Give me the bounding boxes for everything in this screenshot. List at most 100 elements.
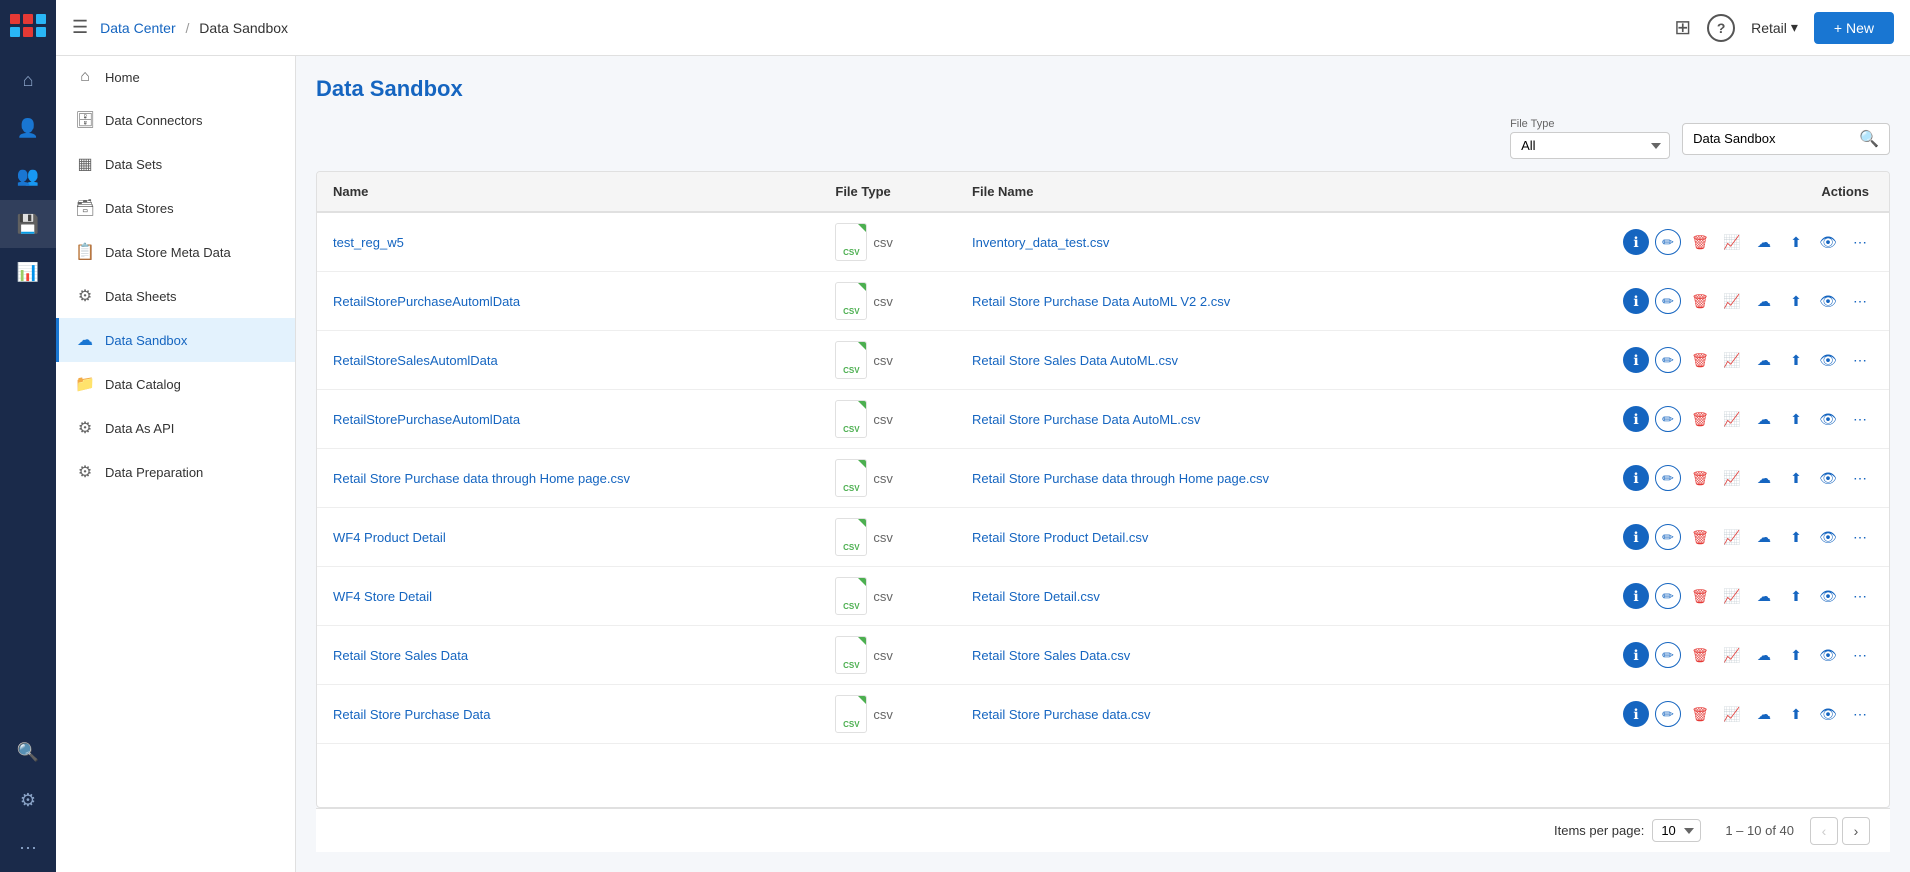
info-button[interactable]: ℹ [1623, 465, 1649, 491]
sidebar-item-home[interactable]: ⌂ Home [56, 56, 295, 98]
chart-button[interactable]: 📈 [1719, 524, 1745, 550]
info-button[interactable]: ℹ [1623, 229, 1649, 255]
upload-button[interactable]: ⬆ [1783, 701, 1809, 727]
delete-button[interactable]: 🗑 [1687, 701, 1713, 727]
delete-button[interactable]: 🗑 [1687, 347, 1713, 373]
delete-button[interactable]: 🗑 [1687, 642, 1713, 668]
preview-button[interactable]: 👁 [1815, 288, 1841, 314]
upload-button[interactable]: ⬆ [1783, 288, 1809, 314]
preview-button[interactable]: 👁 [1815, 524, 1841, 550]
preview-button[interactable]: 👁 [1815, 347, 1841, 373]
chart-button[interactable]: 📈 [1719, 465, 1745, 491]
sidebar-item-data-as-api[interactable]: ⚙ Data As API [56, 406, 295, 450]
info-button[interactable]: ℹ [1623, 583, 1649, 609]
more-button[interactable]: ⋯ [1847, 583, 1873, 609]
sidebar-item-data-connectors[interactable]: 🗄 Data Connectors [56, 98, 295, 142]
info-button[interactable]: ℹ [1623, 347, 1649, 373]
file-type-select[interactable]: All CSV JSON XML Excel [1510, 132, 1670, 159]
edit-button[interactable]: ✏ [1655, 701, 1681, 727]
more-button[interactable]: ⋯ [1847, 524, 1873, 550]
rail-home-icon[interactable]: ⌂ [0, 56, 56, 104]
row-name-link[interactable]: RetailStorePurchaseAutomlData [333, 294, 520, 309]
per-page-select[interactable]: 5 10 25 50 [1652, 819, 1701, 842]
delete-button[interactable]: 🗑 [1687, 229, 1713, 255]
row-name-link[interactable]: RetailStoreSalesAutomlData [333, 353, 498, 368]
chart-button[interactable]: 📈 [1719, 347, 1745, 373]
more-button[interactable]: ⋯ [1847, 465, 1873, 491]
more-button[interactable]: ⋯ [1847, 701, 1873, 727]
upload-button[interactable]: ⬆ [1783, 406, 1809, 432]
row-name-link[interactable]: Retail Store Purchase data through Home … [333, 471, 630, 486]
sidebar-item-data-sheets[interactable]: ⚙ Data Sheets [56, 274, 295, 318]
edit-button[interactable]: ✏ [1655, 406, 1681, 432]
more-button[interactable]: ⋯ [1847, 347, 1873, 373]
edit-button[interactable]: ✏ [1655, 229, 1681, 255]
info-button[interactable]: ℹ [1623, 642, 1649, 668]
preview-button[interactable]: 👁 [1815, 642, 1841, 668]
row-filename-link[interactable]: Inventory_data_test.csv [972, 235, 1109, 250]
rail-chart-icon[interactable]: 📊 [0, 248, 56, 296]
cloud-button[interactable]: ☁ [1751, 406, 1777, 432]
delete-button[interactable]: 🗑 [1687, 524, 1713, 550]
chart-button[interactable]: 📈 [1719, 642, 1745, 668]
edit-button[interactable]: ✏ [1655, 288, 1681, 314]
grid-icon[interactable]: ⊞ [1674, 15, 1691, 40]
preview-button[interactable]: 👁 [1815, 583, 1841, 609]
info-button[interactable]: ℹ [1623, 524, 1649, 550]
row-name-link[interactable]: test_reg_w5 [333, 235, 404, 250]
cloud-button[interactable]: ☁ [1751, 229, 1777, 255]
cloud-button[interactable]: ☁ [1751, 583, 1777, 609]
workspace-selector[interactable]: Retail ▾ [1751, 19, 1798, 36]
row-filename-link[interactable]: Retail Store Detail.csv [972, 589, 1100, 604]
edit-button[interactable]: ✏ [1655, 465, 1681, 491]
delete-button[interactable]: 🗑 [1687, 288, 1713, 314]
upload-button[interactable]: ⬆ [1783, 347, 1809, 373]
upload-button[interactable]: ⬆ [1783, 229, 1809, 255]
sidebar-item-data-preparation[interactable]: ⚙ Data Preparation [56, 450, 295, 494]
row-name-link[interactable]: Retail Store Sales Data [333, 648, 468, 663]
preview-button[interactable]: 👁 [1815, 406, 1841, 432]
upload-button[interactable]: ⬆ [1783, 524, 1809, 550]
edit-button[interactable]: ✏ [1655, 583, 1681, 609]
delete-button[interactable]: 🗑 [1687, 583, 1713, 609]
search-input[interactable] [1693, 131, 1853, 146]
search-icon[interactable]: 🔍 [1859, 129, 1879, 149]
breadcrumb-parent[interactable]: Data Center [100, 20, 175, 36]
rail-data-icon[interactable]: 💾 [0, 200, 56, 248]
chart-button[interactable]: 📈 [1719, 229, 1745, 255]
sidebar-item-data-stores[interactable]: 🗃 Data Stores [56, 186, 295, 230]
rail-settings-icon[interactable]: ⚙ [0, 776, 56, 824]
row-filename-link[interactable]: Retail Store Purchase data through Home … [972, 471, 1269, 486]
row-filename-link[interactable]: Retail Store Product Detail.csv [972, 530, 1148, 545]
row-name-link[interactable]: Retail Store Purchase Data [333, 707, 491, 722]
row-filename-link[interactable]: Retail Store Purchase Data AutoML.csv [972, 412, 1200, 427]
more-button[interactable]: ⋯ [1847, 642, 1873, 668]
rail-user-icon[interactable]: 👤 [0, 104, 56, 152]
edit-button[interactable]: ✏ [1655, 524, 1681, 550]
upload-button[interactable]: ⬆ [1783, 465, 1809, 491]
info-button[interactable]: ℹ [1623, 288, 1649, 314]
next-page-button[interactable]: › [1842, 817, 1870, 845]
row-name-link[interactable]: WF4 Product Detail [333, 530, 446, 545]
row-filename-link[interactable]: Retail Store Purchase data.csv [972, 707, 1150, 722]
preview-button[interactable]: 👁 [1815, 701, 1841, 727]
sidebar-item-data-sets[interactable]: ▦ Data Sets [56, 142, 295, 186]
chart-button[interactable]: 📈 [1719, 406, 1745, 432]
chart-button[interactable]: 📈 [1719, 583, 1745, 609]
more-button[interactable]: ⋯ [1847, 406, 1873, 432]
row-filename-link[interactable]: Retail Store Sales Data.csv [972, 648, 1130, 663]
cloud-button[interactable]: ☁ [1751, 288, 1777, 314]
rail-search-icon[interactable]: 🔍 [0, 728, 56, 776]
cloud-button[interactable]: ☁ [1751, 347, 1777, 373]
cloud-button[interactable]: ☁ [1751, 465, 1777, 491]
more-button[interactable]: ⋯ [1847, 229, 1873, 255]
rail-group-icon[interactable]: 👥 [0, 152, 56, 200]
delete-button[interactable]: 🗑 [1687, 406, 1713, 432]
preview-button[interactable]: 👁 [1815, 465, 1841, 491]
row-name-link[interactable]: RetailStorePurchaseAutomlData [333, 412, 520, 427]
rail-more-icon[interactable]: ⋯ [0, 824, 56, 872]
new-button[interactable]: + New [1814, 12, 1894, 44]
prev-page-button[interactable]: ‹ [1810, 817, 1838, 845]
upload-button[interactable]: ⬆ [1783, 642, 1809, 668]
sidebar-item-data-sandbox[interactable]: ☁ Data Sandbox [56, 318, 295, 362]
